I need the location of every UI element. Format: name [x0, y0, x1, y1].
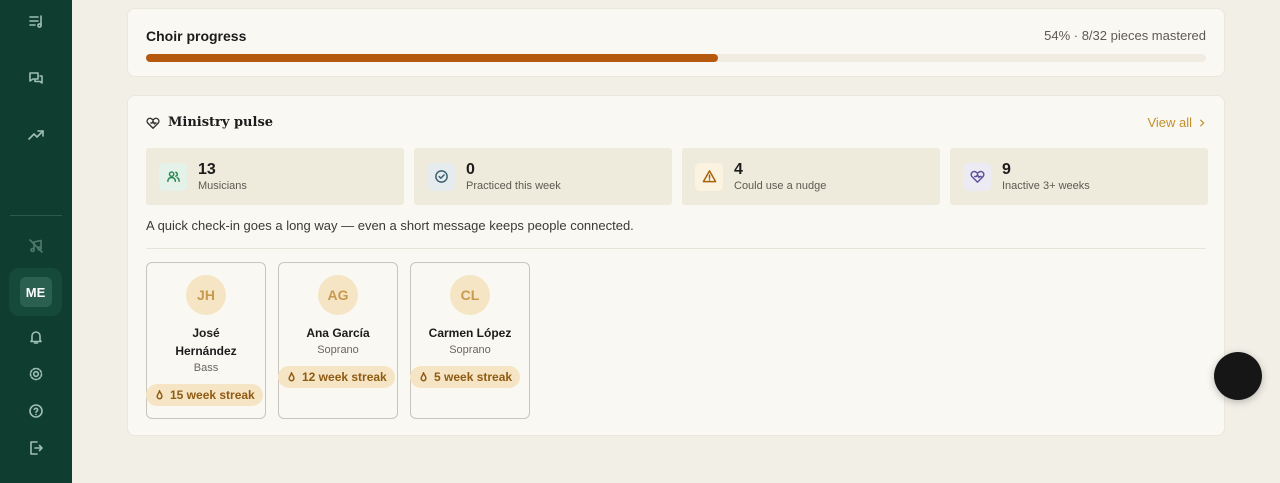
- bell-icon: [30, 331, 42, 344]
- nav-muted-button[interactable]: [18, 228, 54, 264]
- streak-text: 15 week streak: [170, 388, 255, 402]
- stat-value: 9: [1002, 160, 1011, 178]
- help-button[interactable]: [18, 393, 54, 429]
- streak-text: 12 week streak: [302, 370, 387, 384]
- progress-bar-fill: [146, 54, 719, 62]
- sidebar: ME: [0, 0, 72, 483]
- streak-badge: 12 week streak: [278, 366, 395, 388]
- logout-button[interactable]: [18, 430, 54, 466]
- user-avatar-button[interactable]: ME: [9, 268, 62, 316]
- progress-bar: [146, 54, 1206, 62]
- user-avatar: ME: [19, 277, 52, 307]
- flame-icon: [420, 371, 427, 381]
- nav-trending-button[interactable]: [18, 117, 54, 153]
- member-voice-part: Bass: [193, 362, 219, 374]
- chevron-right-icon: [1199, 118, 1205, 127]
- streak-badge: 5 week streak: [410, 366, 521, 388]
- stat-icon-box: [695, 162, 723, 191]
- muted-music-icon: [29, 239, 43, 253]
- member-avatar: AG: [318, 275, 358, 315]
- stat-value: 4: [734, 160, 743, 178]
- logout-icon: [30, 441, 43, 455]
- pulse-title: Ministry pulse: [168, 115, 274, 130]
- stat-musicians[interactable]: 13 Musicians: [146, 148, 404, 205]
- view-all-label: View all: [1147, 115, 1192, 130]
- stat-icon-box: [159, 162, 187, 191]
- member-avatar: JH: [186, 275, 226, 315]
- stat-text: 13 Musicians: [198, 161, 247, 193]
- users-icon: [166, 171, 180, 182]
- streak-badge: 15 week streak: [146, 384, 263, 406]
- pulse-header: Ministry pulse: [146, 115, 273, 130]
- notifications-button[interactable]: [18, 319, 54, 355]
- heart-icon: [970, 170, 984, 183]
- stat-value: 13: [198, 160, 216, 178]
- flame-icon: [156, 389, 163, 399]
- stat-value: 0: [466, 160, 475, 178]
- sidebar-divider: [10, 215, 62, 216]
- stat-icon-box: [427, 162, 455, 191]
- member-name: Carmen López: [428, 326, 512, 340]
- ministry-pulse-card: Ministry pulse View all 13 Musicians 0 P…: [127, 95, 1225, 436]
- member-avatar: CL: [450, 275, 490, 315]
- member-voice-part: Soprano: [449, 344, 491, 356]
- settings-button[interactable]: [18, 356, 54, 392]
- stat-label: Musicians: [198, 179, 247, 192]
- gear-icon: [29, 367, 43, 381]
- choir-progress-card: Choir progress 54% · 8/32 pieces mastere…: [127, 8, 1225, 77]
- member-voice-part: Soprano: [317, 344, 359, 356]
- stat-label: Practiced this week: [466, 179, 561, 192]
- check-circle-icon: [434, 170, 448, 183]
- stat-practiced[interactable]: 0 Practiced this week: [414, 148, 672, 205]
- stat-text: 4 Could use a nudge: [734, 161, 826, 193]
- stat-nudge[interactable]: 4 Could use a nudge: [682, 148, 940, 205]
- music-list-icon: [29, 15, 42, 28]
- stat-label: Inactive 3+ weeks: [1002, 179, 1090, 192]
- progress-summary: 54% · 8/32 pieces mastered: [1044, 28, 1206, 43]
- view-all-link[interactable]: View all: [1147, 115, 1206, 130]
- member-card[interactable]: CL Carmen López Soprano 5 week streak: [410, 262, 530, 419]
- member-card[interactable]: JH José Hernández Bass 15 week streak: [146, 262, 266, 419]
- stat-icon-box: [963, 162, 991, 191]
- stat-text: 9 Inactive 3+ weeks: [1002, 161, 1090, 193]
- nav-messages-button[interactable]: [18, 61, 54, 97]
- member-cards: JH José Hernández Bass 15 week streak AG…: [146, 262, 530, 419]
- pulse-note: A quick check-in goes a long way — even …: [146, 218, 634, 233]
- member-name: Ana García: [306, 326, 370, 340]
- pulse-divider: [146, 248, 1206, 249]
- flame-icon: [288, 371, 295, 381]
- nav-music-list-button[interactable]: [18, 4, 54, 40]
- heart-icon: [146, 117, 160, 129]
- floating-action-button[interactable]: [1214, 352, 1262, 400]
- pulse-stats: 13 Musicians 0 Practiced this week 4 Cou…: [146, 148, 1208, 205]
- messages-icon: [29, 72, 43, 84]
- stat-inactive[interactable]: 9 Inactive 3+ weeks: [950, 148, 1208, 205]
- help-icon: [29, 404, 43, 418]
- stat-label: Could use a nudge: [734, 179, 827, 192]
- stat-text: 0 Practiced this week: [466, 161, 561, 193]
- member-card[interactable]: AG Ana García Soprano 12 week streak: [278, 262, 398, 419]
- warning-icon: [702, 170, 716, 183]
- member-name: José Hernández: [175, 326, 237, 358]
- trending-icon: [28, 130, 44, 140]
- progress-title: Choir progress: [146, 28, 247, 44]
- streak-text: 5 week streak: [434, 370, 513, 384]
